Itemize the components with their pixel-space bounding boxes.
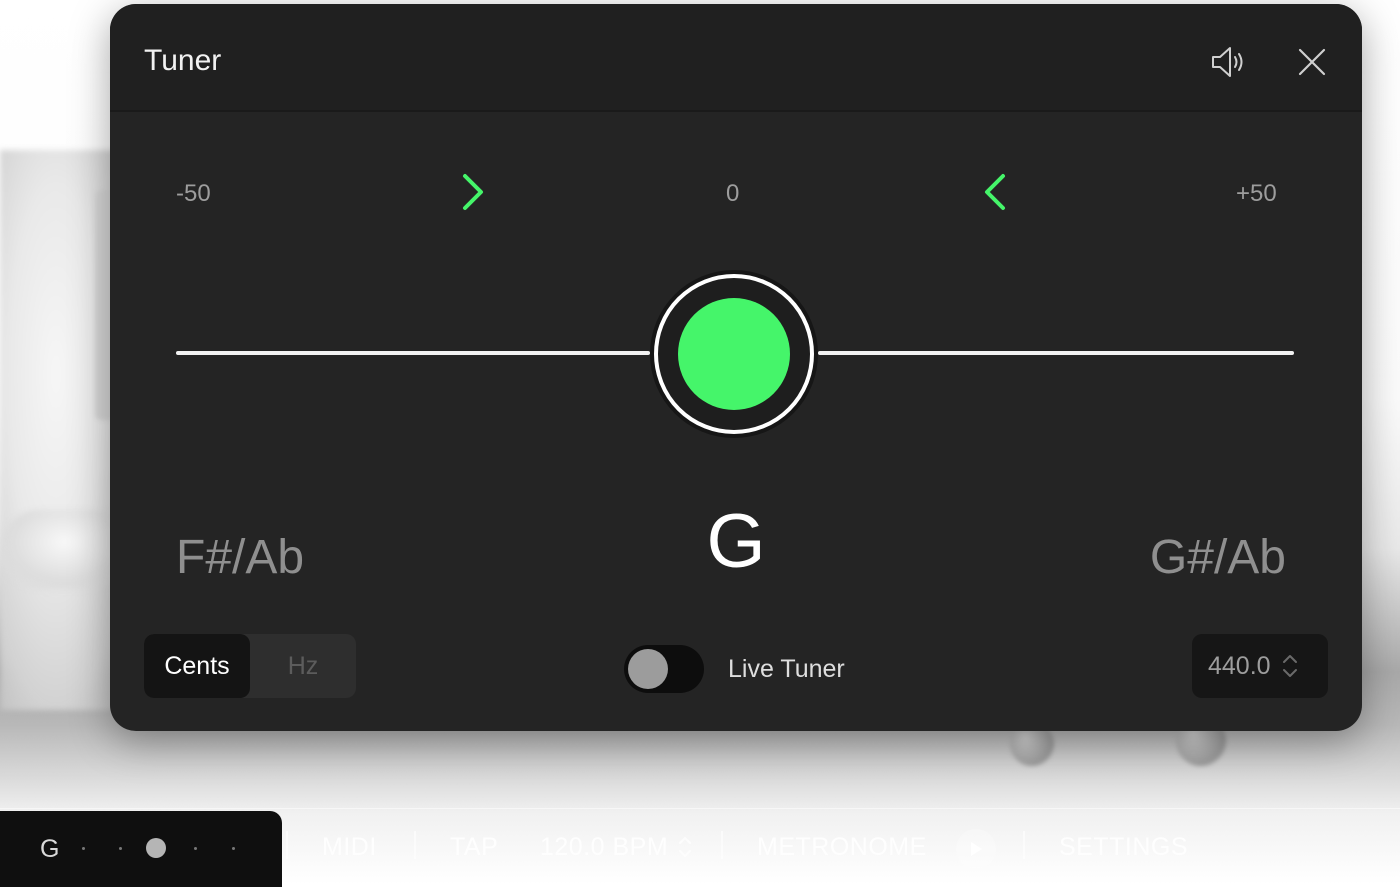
speaker-icon bbox=[1212, 47, 1243, 77]
tap-tempo-button[interactable]: TAP bbox=[450, 833, 498, 862]
toolbar-divider bbox=[414, 831, 416, 859]
toolbar-divider bbox=[286, 831, 288, 859]
stepper-arrows-icon bbox=[1282, 655, 1297, 677]
toolbar-divider bbox=[1023, 831, 1025, 859]
scale-center-label: 0 bbox=[726, 180, 740, 207]
mini-tuner-note: G bbox=[40, 835, 60, 863]
units-cents-option[interactable]: Cents bbox=[144, 634, 250, 698]
chevron-right-icon bbox=[463, 174, 483, 210]
mini-tuner-tick bbox=[82, 847, 85, 850]
play-button[interactable] bbox=[956, 829, 996, 869]
metronome-button[interactable]: METRONOME bbox=[757, 833, 927, 862]
scale-max-label: +50 bbox=[1236, 180, 1277, 207]
reference-pitch-value: 440.0 bbox=[1208, 651, 1271, 680]
close-icon bbox=[1298, 48, 1326, 76]
mini-tuner-tick bbox=[194, 847, 197, 850]
scale-min-label: -50 bbox=[176, 180, 211, 207]
mini-tuner-button[interactable]: G bbox=[0, 811, 282, 887]
tuner-header: Tuner bbox=[110, 4, 1362, 112]
tuner-title: Tuner bbox=[144, 44, 222, 77]
tuner-track-left bbox=[176, 351, 650, 355]
tuner-dialog: Tuner -50 0 +50 G F#/Ab G#/Ab Cents Hz L… bbox=[110, 4, 1362, 731]
mini-tuner-indicator bbox=[146, 838, 166, 858]
mini-tuner-tick bbox=[119, 847, 122, 850]
pitch-indicator bbox=[650, 270, 818, 438]
units-hz-option[interactable]: Hz bbox=[250, 634, 356, 698]
toggle-knob bbox=[628, 649, 668, 689]
reference-pitch-stepper[interactable]: 440.0 bbox=[1192, 634, 1328, 698]
lower-note-label: F#/Ab bbox=[176, 531, 305, 584]
mini-tuner-tick bbox=[232, 847, 235, 850]
toolbar-divider bbox=[721, 831, 723, 859]
bottom-toolbar: G MIDI TAP 120.0 BPM METRONOME SETTINGS bbox=[0, 808, 1400, 887]
higher-note-label: G#/Ab bbox=[1149, 531, 1286, 584]
tuner-track-right bbox=[818, 351, 1294, 355]
settings-button[interactable]: SETTINGS bbox=[1059, 833, 1188, 862]
live-tuner-label: Live Tuner bbox=[728, 655, 845, 683]
chevron-left-icon bbox=[985, 174, 1005, 210]
bpm-stepper-icon[interactable] bbox=[677, 833, 693, 861]
close-button[interactable] bbox=[1290, 40, 1334, 84]
bpm-value[interactable]: 120.0 BPM bbox=[540, 833, 668, 862]
midi-button[interactable]: MIDI bbox=[322, 833, 377, 862]
units-segmented-control: Cents Hz bbox=[144, 634, 356, 698]
live-tuner-toggle[interactable] bbox=[624, 645, 704, 693]
play-icon bbox=[971, 842, 982, 856]
sound-button[interactable] bbox=[1206, 40, 1250, 84]
